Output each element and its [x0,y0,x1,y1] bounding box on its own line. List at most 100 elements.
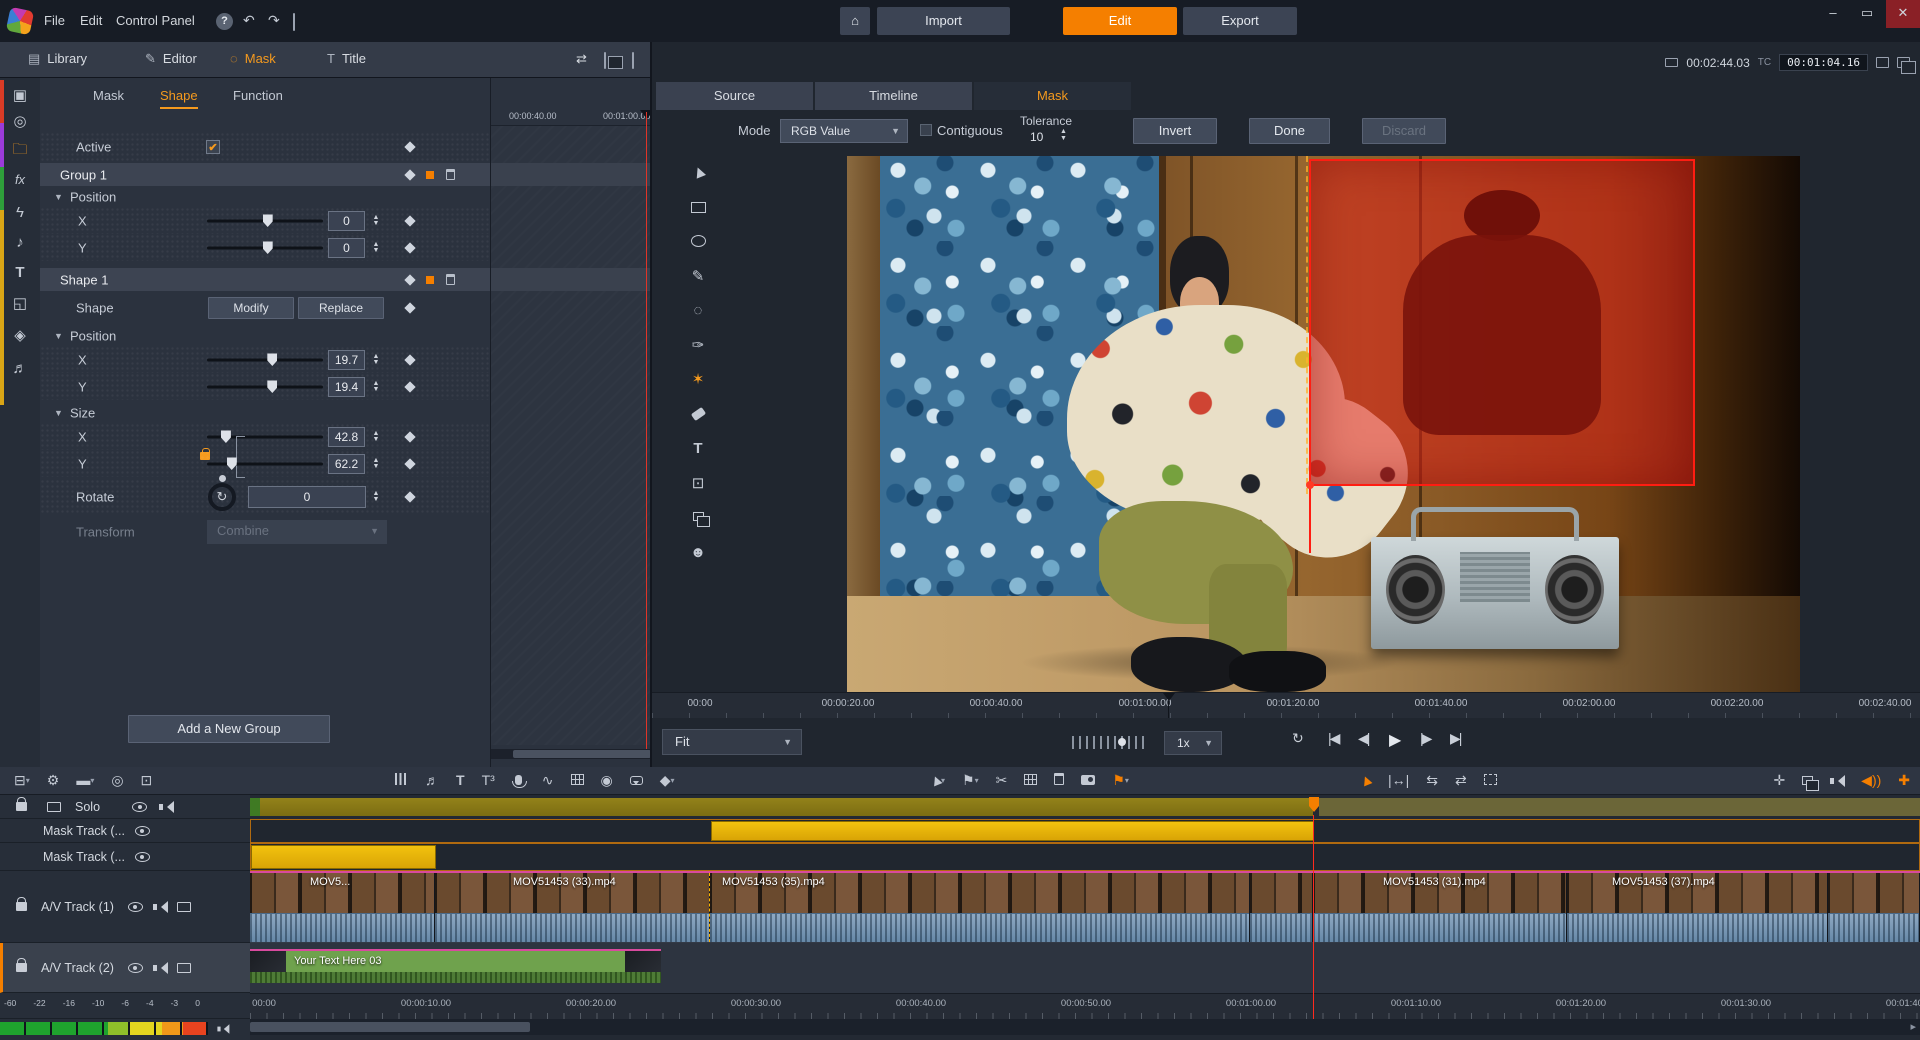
group1-header[interactable]: Group 1 [40,163,490,186]
timeline-settings-icon[interactable]: ⚙ [47,767,60,794]
music-score-icon[interactable]: ♬ [425,767,439,794]
loop-playback-icon[interactable]: ↻ [1292,730,1304,747]
menu-control-panel[interactable]: Control Panel [116,13,195,28]
brush-tool-icon[interactable]: ✑ [687,335,709,356]
discard-button[interactable]: Discard [1362,118,1446,144]
size-y-slider[interactable] [207,462,323,465]
sidebar-lightning-icon[interactable]: ϟ [0,204,40,221]
video-clip-selected[interactable]: MOV51453 (33).mp4 [435,873,710,942]
navigator-track[interactable] [250,795,1920,819]
go-to-start-icon[interactable]: |◀ [1328,730,1338,747]
monitor-icon[interactable] [177,963,191,973]
sidebar-transitions-icon[interactable]: ◱ [0,294,40,312]
detach-preview-icon[interactable] [1897,57,1910,68]
size-y-spinner[interactable]: ▲▼ [369,458,383,470]
video-clip[interactable]: MOV5... [250,873,435,942]
shape-position-header[interactable]: ▼ Position [40,325,490,346]
group1-delete-icon[interactable] [446,169,455,180]
go-to-end-icon[interactable]: ▶| [1450,730,1460,747]
shape-x-value[interactable]: 19.7 [328,350,365,370]
audio-monitor-icon[interactable] [1830,767,1844,794]
group-y-keyframe[interactable] [404,242,415,253]
shape-y-keyframe[interactable] [404,381,415,392]
add-track-icon[interactable]: ✚ [1898,767,1910,794]
range-select-icon[interactable] [1484,767,1497,794]
size-header[interactable]: ▼ Size [40,402,490,423]
menu-file[interactable]: File [44,13,65,28]
shape1-delete-icon[interactable] [446,274,455,285]
title-clip[interactable]: Your Text Here 03 [250,949,661,983]
lock-icon[interactable] [16,963,27,972]
add-3d-title-icon[interactable]: T³ [482,767,495,794]
av-track-2[interactable]: Your Text Here 03 [250,943,1920,993]
tab-library[interactable]: ▤Library [28,51,87,67]
group-x-keyframe[interactable] [404,215,415,226]
zoom-fit-dropdown[interactable]: Fit▼ [662,729,802,755]
eye-icon[interactable] [135,826,150,836]
view-mode-icon[interactable]: ▬▾ [76,767,94,794]
help-icon[interactable]: ? [216,13,233,30]
group-x-spinner[interactable]: ▲▼ [369,215,383,227]
size-y-keyframe[interactable] [404,458,415,469]
track-name[interactable]: Mask Track (... [43,824,125,838]
size-x-keyframe[interactable] [404,431,415,442]
eye-icon[interactable] [135,852,150,862]
sidebar-music-icon[interactable]: ♪ [0,234,40,251]
select-tool-icon[interactable]: ▶ [687,162,709,183]
rectangle-tool-icon[interactable] [687,197,709,218]
track-options-icon[interactable] [47,802,61,812]
slip-mode-icon[interactable]: ⇆ [1426,767,1438,794]
menu-edit[interactable]: Edit [80,13,102,28]
mask-track-1[interactable] [250,819,1920,843]
size-x-value[interactable]: 42.8 [328,427,365,447]
voiceover-icon[interactable] [512,767,525,794]
fullscreen-icon[interactable] [1876,57,1889,68]
lasso-tool-icon[interactable]: ◌ [687,300,709,321]
group1-keyframe-diamond[interactable] [404,169,415,180]
modify-button[interactable]: Modify [208,297,294,319]
delete-clip-icon[interactable] [1054,767,1064,794]
lock-icon[interactable] [16,802,27,811]
audio-ducking-icon[interactable]: ◀)) [1861,767,1881,794]
tolerance-value[interactable]: 10 [1030,130,1043,144]
sidebar-fx-icon[interactable]: fx [0,172,40,187]
close-button[interactable]: ✕ [1886,0,1920,28]
kf-scrollbar[interactable] [491,749,652,759]
shape-x-slider[interactable] [207,358,323,361]
tab-title[interactable]: TTitle [327,51,366,66]
edit-button[interactable]: Edit [1063,7,1177,35]
burn-disc-icon[interactable]: ◎ [111,767,123,794]
audio-mixer-icon[interactable] [395,767,408,794]
mask-clip[interactable] [251,845,436,869]
timeline-scrollbar[interactable]: ▸ [250,1019,1920,1035]
replace-button[interactable]: Replace [298,297,384,319]
lock-icon[interactable] [16,902,27,911]
group-y-value[interactable]: 0 [328,238,365,258]
eye-icon[interactable] [132,802,147,812]
pan-zoom-icon[interactable]: ✛ [1773,767,1785,794]
ellipse-tool-icon[interactable] [687,231,709,252]
keyframe-timeline[interactable]: 00:00:40.00 00:01:00.00 [490,78,652,767]
eye-icon[interactable] [128,902,143,912]
shape1-keyframe-diamond[interactable] [404,274,415,285]
video-clip[interactable]: MOV51453 (35).mp4 [710,873,1250,942]
split-clip-icon[interactable]: ✂ [996,767,1008,794]
shape-y-spinner[interactable]: ▲▼ [369,381,383,393]
snapshot-icon[interactable] [1081,767,1095,794]
play-icon[interactable]: ▶ [1389,730,1399,750]
clone-tool-icon[interactable] [687,507,709,528]
group-y-spinner[interactable]: ▲▼ [369,242,383,254]
tolerance-spinner[interactable]: ▲▼ [1060,128,1067,142]
collapse-caret-icon[interactable]: ▼ [54,408,63,418]
roll-mode-icon[interactable]: ⇄ [1455,767,1467,794]
solo-label[interactable]: Solo [75,800,100,814]
collapse-caret-icon[interactable]: ▼ [54,192,63,202]
magic-wand-tool-icon[interactable]: ✶ [687,369,709,390]
shape-keyframe[interactable] [404,302,415,313]
sidebar-folders-icon[interactable]: 🗀︎ [0,139,40,164]
size-x-slider[interactable] [207,435,323,438]
export-mask-tool-icon[interactable]: ⊡ [687,473,709,494]
subtab-function[interactable]: Function [233,88,283,103]
sidebar-text-icon[interactable]: T [0,264,40,281]
selection-mode-icon[interactable]: ▶▾ [930,767,945,794]
